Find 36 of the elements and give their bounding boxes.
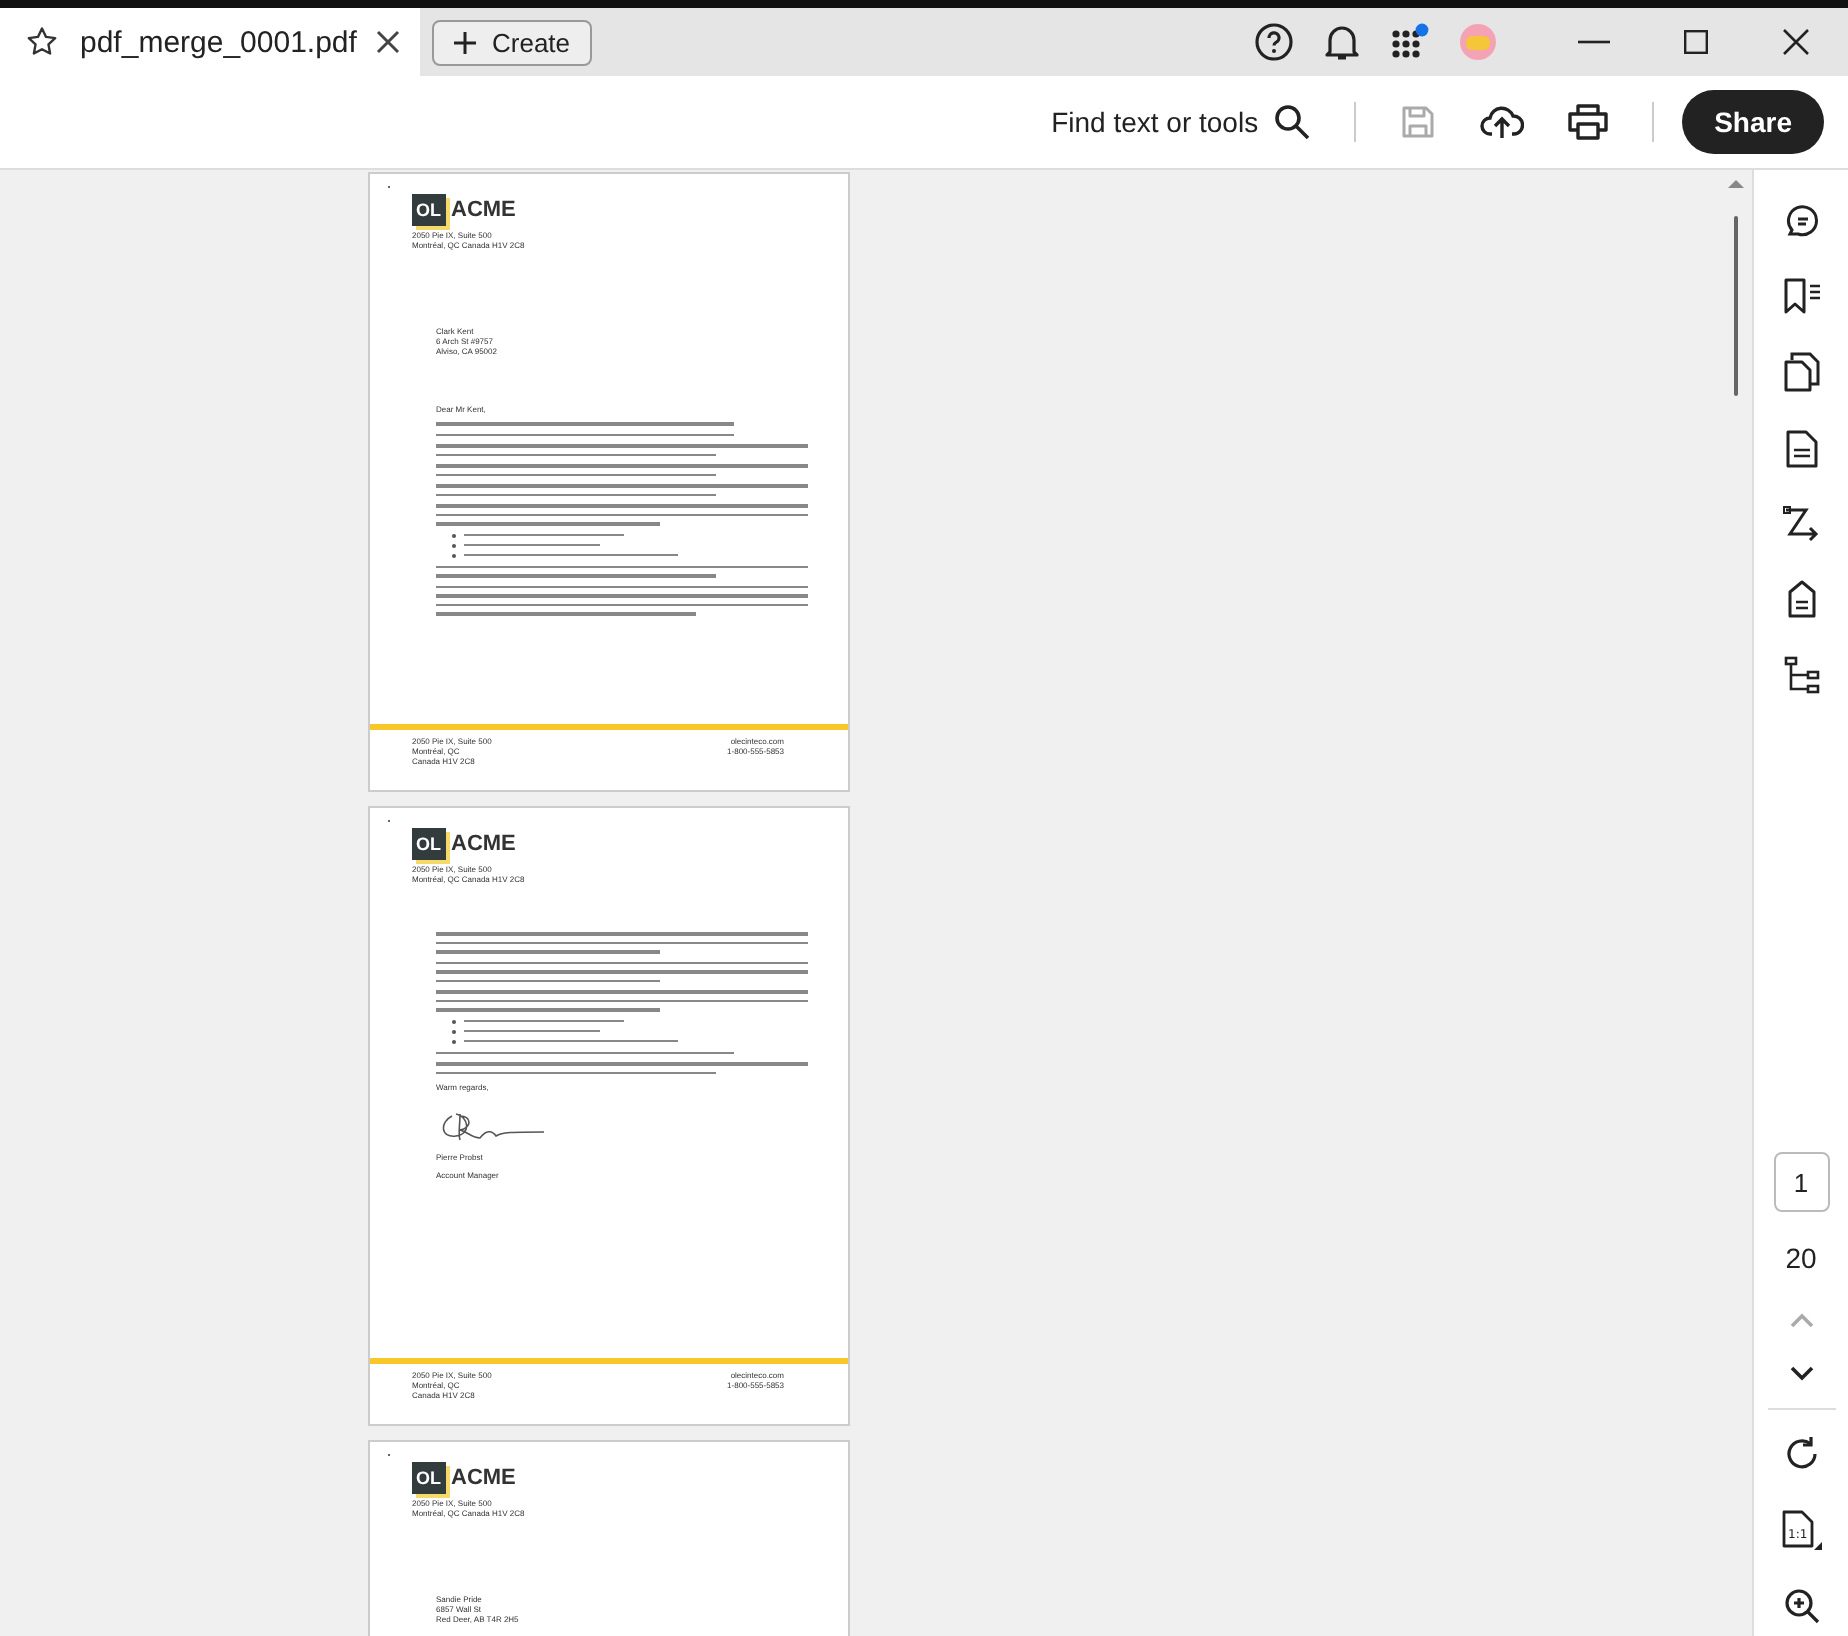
- logo-name: ACME: [451, 832, 516, 856]
- bell-icon[interactable]: [1322, 22, 1362, 62]
- share-button[interactable]: Share: [1682, 90, 1824, 154]
- logo-mark: OL: [412, 1462, 445, 1494]
- help-icon[interactable]: [1254, 22, 1294, 62]
- page-number-field[interactable]: 1: [1773, 1152, 1829, 1212]
- logo-name: ACME: [451, 198, 516, 222]
- create-button[interactable]: Create: [432, 19, 593, 65]
- close-icon[interactable]: [376, 30, 401, 54]
- zoom-in-icon[interactable]: [1783, 1588, 1819, 1624]
- scroll-up-icon[interactable]: [1728, 178, 1744, 188]
- bookmark-list-icon[interactable]: [1781, 278, 1821, 314]
- document-tab[interactable]: pdf_merge_0001.pdf: [0, 8, 420, 76]
- convert-arrows-icon[interactable]: [1781, 506, 1821, 542]
- print-icon[interactable]: [1568, 104, 1609, 140]
- comment-icon[interactable]: [1783, 204, 1819, 240]
- plus-icon[interactable]: [454, 31, 476, 53]
- star-icon[interactable]: [24, 24, 60, 60]
- tree-structure-icon[interactable]: [1783, 656, 1819, 694]
- cloud-upload-icon[interactable]: [1480, 104, 1525, 140]
- find-tools-label[interactable]: Find text or tools: [1051, 106, 1259, 138]
- logo-mark: OL: [412, 828, 445, 860]
- chevron-down-icon[interactable]: [1789, 1366, 1813, 1382]
- logo-name: ACME: [451, 1466, 516, 1490]
- page-total: 20: [1785, 1242, 1817, 1274]
- maximize-icon[interactable]: [1684, 30, 1708, 54]
- rotate-icon[interactable]: [1783, 1436, 1819, 1472]
- scrollbar-thumb[interactable]: [1734, 216, 1738, 396]
- search-icon[interactable]: [1274, 104, 1311, 140]
- copy-pages-icon[interactable]: [1783, 352, 1819, 392]
- minimize-icon[interactable]: [1578, 40, 1610, 44]
- close-icon[interactable]: [1782, 28, 1810, 56]
- tag-document-icon[interactable]: [1785, 580, 1817, 618]
- apps-grid-icon[interactable]: [1390, 22, 1430, 62]
- logo-mark: OL: [412, 194, 445, 226]
- document-icon[interactable]: [1785, 430, 1817, 468]
